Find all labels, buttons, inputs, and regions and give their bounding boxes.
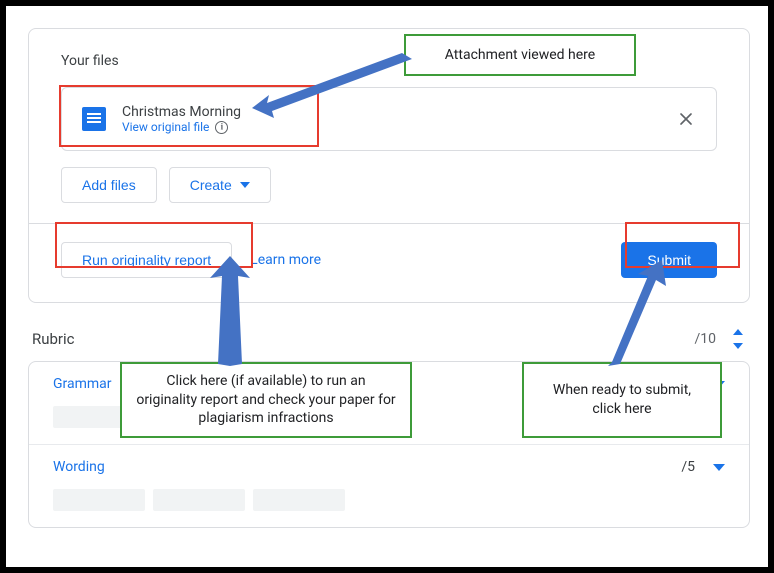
rubric-item-name: Wording: [53, 459, 105, 475]
rubric-card: Grammar Wording /5: [28, 361, 750, 528]
placeholder-box: [53, 489, 145, 511]
view-original-file-link[interactable]: View original file: [122, 120, 209, 134]
submit-button[interactable]: Submit: [621, 242, 717, 278]
rubric-item-grammar[interactable]: Grammar: [29, 362, 749, 444]
chevron-down-icon[interactable]: [713, 381, 725, 388]
learn-more-link[interactable]: Learn more: [250, 252, 321, 268]
add-files-label: Add files: [82, 177, 136, 193]
rubric-header: Rubric /10: [28, 329, 750, 349]
placeholder-box: [153, 489, 245, 511]
create-label: Create: [190, 177, 232, 193]
submit-label: Submit: [647, 252, 691, 268]
rubric-item-points: /5: [681, 459, 695, 475]
attachment-row[interactable]: Christmas Morning View original file: [61, 87, 717, 151]
add-files-button[interactable]: Add files: [61, 167, 157, 203]
google-doc-icon: [82, 107, 106, 131]
your-files-card: Your files Christmas Morning View origin…: [28, 28, 750, 303]
run-originality-report-button[interactable]: Run originality report: [61, 242, 232, 278]
unfold-icon[interactable]: [730, 329, 746, 349]
remove-attachment-button[interactable]: [676, 109, 696, 129]
your-files-heading: Your files: [61, 53, 717, 69]
placeholder-box: [53, 406, 145, 428]
placeholder-box: [253, 489, 345, 511]
attachment-title: Christmas Morning: [122, 104, 241, 120]
run-originality-report-label: Run originality report: [82, 252, 211, 268]
chevron-down-icon: [240, 182, 250, 188]
rubric-total-score: /10: [694, 331, 716, 347]
info-icon[interactable]: [215, 121, 228, 134]
rubric-item-name: Grammar: [53, 376, 112, 392]
rubric-item-wording[interactable]: Wording /5: [29, 444, 749, 527]
chevron-down-icon[interactable]: [713, 464, 725, 471]
create-button[interactable]: Create: [169, 167, 271, 203]
rubric-heading: Rubric: [32, 330, 75, 348]
